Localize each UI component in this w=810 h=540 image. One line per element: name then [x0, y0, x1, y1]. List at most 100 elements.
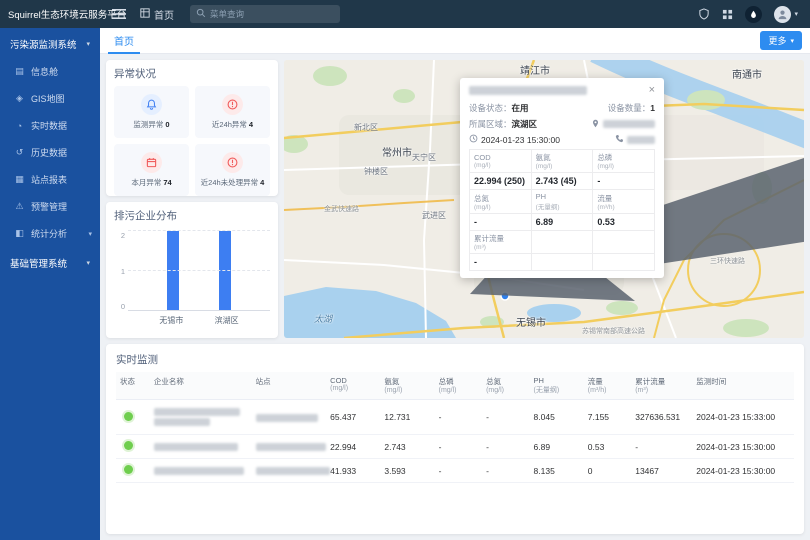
col-tp: 总磷(mg/l): [435, 372, 482, 400]
map-label-district: 钟楼区: [364, 166, 388, 177]
cell-status: [116, 400, 150, 435]
metric-header-cod: COD(mg/l): [470, 150, 532, 173]
sidebar-item-label: 历史数据: [31, 146, 67, 159]
y-tick: 2: [114, 231, 125, 240]
stat-tile-monitor-abnormal[interactable]: 监测异常0: [114, 86, 189, 138]
popup-close-button[interactable]: ×: [649, 85, 655, 96]
metric-value-cod: 22.994 (250): [470, 173, 532, 190]
stat-value: 4: [260, 178, 264, 187]
cell-nh3n: 2.743: [380, 435, 434, 459]
monitor-table: 状态 企业名称 站点 COD(mg/l) 氨氮(mg/l) 总磷(mg/l) 总…: [116, 372, 794, 483]
bar-滨湖区: [219, 231, 231, 310]
status-dot-green: [124, 412, 133, 421]
cell-ph: 8.135: [530, 459, 584, 483]
popup-time: 2024-01-23 15:30:00: [481, 135, 560, 145]
sidebar-item-label: 信息舱: [31, 65, 58, 78]
header-actions: ▾: [698, 6, 810, 23]
station-info-popup: × 设备状态：在用 设备数量：1 所属区域：滨湖区: [460, 78, 664, 278]
map-label-city: 常州市: [382, 144, 412, 159]
cell-flow: 0: [584, 459, 631, 483]
map-label-district: 天宁区: [412, 152, 436, 163]
table-row[interactable]: 22.994 2.743 - - 6.89 0.53 - 2024-01-23 …: [116, 435, 794, 459]
metric-value-tn: -: [470, 214, 532, 231]
sidebar-item-alert-management[interactable]: ⚠ 预警管理: [0, 193, 100, 220]
metric-value-empty: [531, 254, 593, 271]
cell-flow: 7.155: [584, 400, 631, 435]
chevron-down-icon: ▾: [790, 37, 794, 45]
redacted-address: [603, 120, 655, 128]
user-menu[interactable]: ▾: [774, 6, 798, 23]
metric-header-flow: 流量(m³/h): [593, 190, 655, 214]
map-canvas[interactable]: 靖江市 南通市 常州市 新北区 天宁区 钟楼区 武进区 金武快速路 无锡市 太湖…: [284, 60, 804, 338]
sidebar-item-label: 站点报表: [31, 173, 67, 186]
cell-total-flow: -: [631, 435, 692, 459]
cell-tp: -: [435, 400, 482, 435]
station-marker[interactable]: [501, 292, 509, 300]
sidebar-section-title: 污染源监测系统: [10, 37, 77, 51]
tab-home[interactable]: 首页: [108, 28, 140, 54]
y-tick: 1: [114, 267, 125, 276]
metric-value-flow: 0.53: [593, 214, 655, 231]
stat-value: 74: [163, 178, 171, 187]
sidebar-item-realtime-data[interactable]: ◔ 实时数据: [0, 112, 100, 139]
col-enterprise: 企业名称: [150, 372, 252, 400]
region-label: 所属区域：: [469, 119, 512, 129]
col-nh3n: 氨氮(mg/l): [380, 372, 434, 400]
popup-metrics-table: COD(mg/l) 氨氮(mg/l) 总磷(mg/l) 22.994 (250)…: [469, 149, 655, 271]
metric-value-tp: -: [593, 173, 655, 190]
col-tn: 总氮(mg/l): [482, 372, 529, 400]
sidebar-item-gis-map[interactable]: ◈ GIS地图: [0, 85, 100, 112]
col-status: 状态: [116, 372, 150, 400]
nav-home-link[interactable]: 首页: [140, 7, 174, 22]
device-count-value: 1: [650, 103, 655, 113]
col-cod: COD(mg/l): [326, 372, 380, 400]
redacted-company-name: [469, 86, 587, 95]
stat-value: 0: [165, 120, 169, 129]
sidebar-item-label: 统计分析: [31, 227, 67, 240]
sidebar-item-history-data[interactable]: ↺ 历史数据: [0, 139, 100, 166]
sidebar-section-pollution-monitor[interactable]: 污染源监测系统 ▾: [0, 28, 100, 58]
panel-title: 实时监测: [116, 352, 794, 367]
more-button[interactable]: 更多 ▾: [760, 31, 802, 50]
device-status-value: 在用: [512, 103, 529, 113]
col-ph: PH(无量纲): [530, 372, 584, 400]
sidebar: 污染源监测系统 ▾ ▤ 信息舱 ◈ GIS地图 ◔ 实时数据 ↺ 历史数据 ▦ …: [0, 28, 100, 540]
metric-header-ph: PH(无量纲): [531, 190, 593, 214]
stat-tile-month-abnormal[interactable]: 本月异常74: [114, 144, 189, 196]
cell-tp: -: [435, 459, 482, 483]
stat-tile-24h-abnormal[interactable]: 近24h异常4: [195, 86, 270, 138]
sidebar-item-station-report[interactable]: ▦ 站点报表: [0, 166, 100, 193]
stat-label: 近24h异常: [212, 120, 247, 129]
enterprise-distribution-panel: 排污企业分布 210 无锡市滨湖区: [106, 202, 278, 338]
stat-grid: 监测异常0 近24h异常4 本月异常74 近24h未处理异常4: [114, 86, 270, 196]
metric-header-tn: 总氮(mg/l): [470, 190, 532, 214]
metric-value-ph: 6.89: [531, 214, 593, 231]
alert-icon: [222, 94, 243, 115]
map-label-water: 太湖: [314, 312, 332, 325]
y-tick: 0: [114, 302, 125, 311]
bar-chart-yaxis: 2 1 0: [114, 231, 128, 311]
table-row[interactable]: 65.437 12.731 - - 8.045 7.155 327636.531…: [116, 400, 794, 435]
sidebar-item-statistics[interactable]: ◧ 统计分析 ▾: [0, 220, 100, 247]
shield-icon[interactable]: [698, 8, 710, 20]
table-row[interactable]: 41.933 3.593 - - 8.135 0 13467 2024-01-2…: [116, 459, 794, 483]
sidebar-section-title: 基础管理系统: [10, 256, 67, 270]
stat-tile-24h-unhandled-abnormal[interactable]: 近24h未处理异常4: [195, 144, 270, 196]
cell-station: [252, 435, 327, 459]
menu-search-input[interactable]: [210, 9, 334, 19]
stat-label: 本月异常: [131, 178, 161, 187]
chevron-down-icon: ▾: [86, 40, 90, 48]
brand-drop-icon[interactable]: [745, 6, 762, 23]
hamburger-menu-icon[interactable]: [112, 8, 126, 20]
cell-time: 2024-01-23 15:30:00: [692, 459, 794, 483]
gis-map-icon: ◈: [14, 93, 25, 104]
stat-label: 监测异常: [133, 120, 163, 129]
metric-value-total-flow: -: [470, 254, 532, 271]
realtime-monitor-panel: 实时监测 状态 企业名称 站点 COD(mg/l) 氨氮(mg/l) 总磷(mg…: [106, 344, 804, 534]
sidebar-item-info-cabin[interactable]: ▤ 信息舱: [0, 58, 100, 85]
cell-ph: 8.045: [530, 400, 584, 435]
sidebar-section-basic-management[interactable]: 基础管理系统 ▾: [0, 247, 100, 277]
device-status-label: 设备状态：: [469, 103, 512, 113]
info-cabin-icon: ▤: [14, 66, 25, 77]
apps-grid-icon[interactable]: [722, 9, 733, 20]
